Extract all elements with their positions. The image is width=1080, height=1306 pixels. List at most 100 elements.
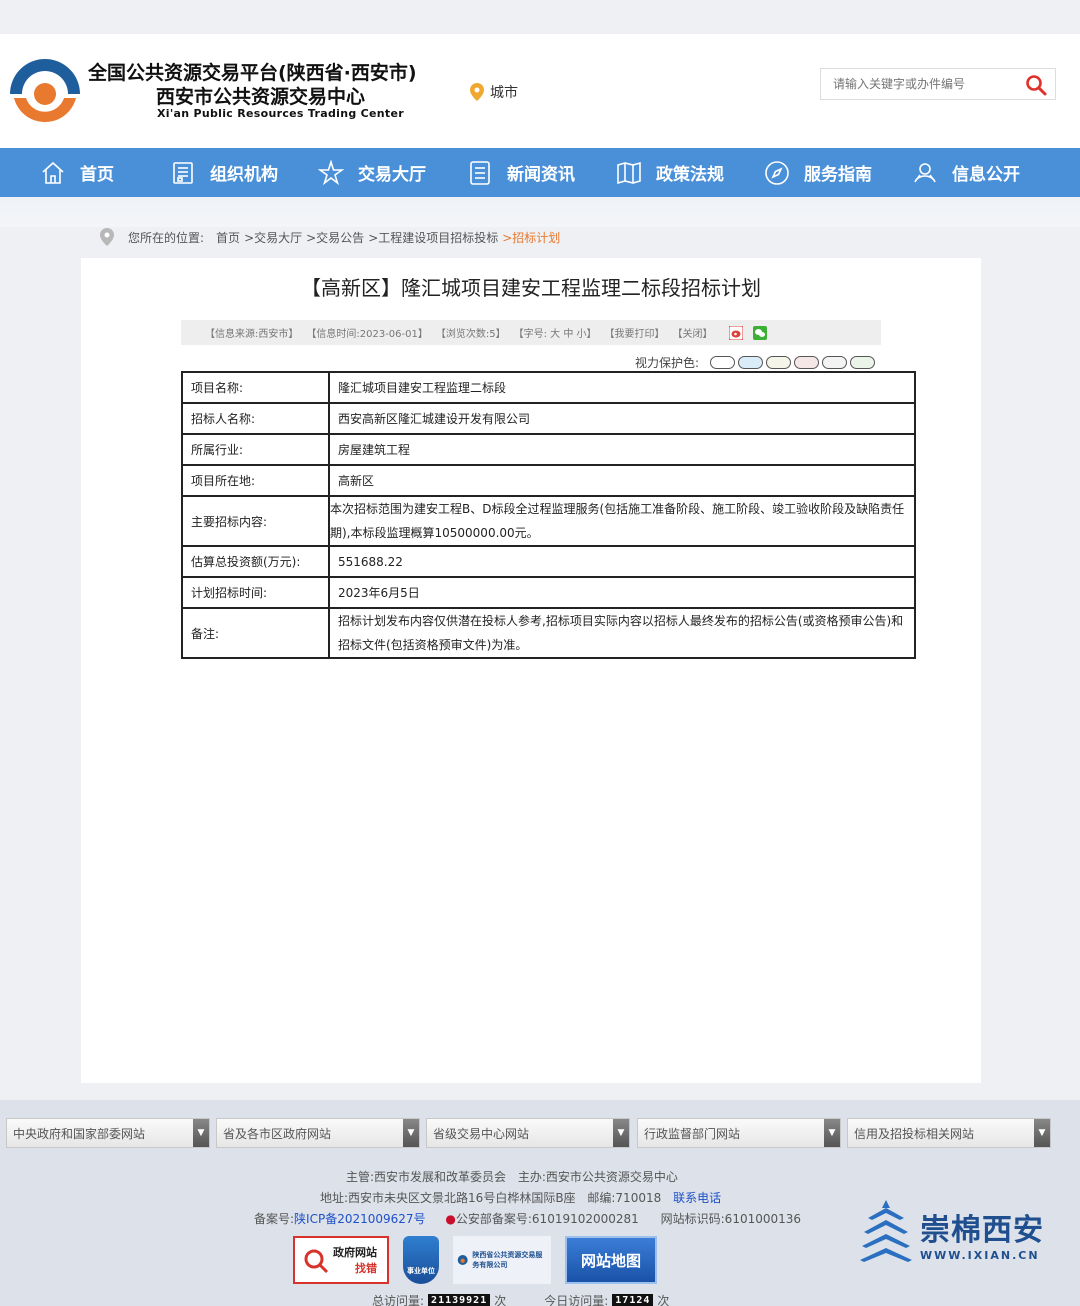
link-select-trading-centers[interactable]: 省级交易中心网站 ▼ <box>426 1118 630 1148</box>
weibo-share-icon[interactable] <box>728 325 743 340</box>
company-logo-icon <box>457 1255 468 1265</box>
color-swatch-4[interactable] <box>794 356 820 369</box>
gov-site-error-badge[interactable]: 政府网站 找错 <box>293 1236 389 1284</box>
total-visits-value: 21139921 <box>428 1294 491 1306</box>
field-label: 招标人名称: <box>181 402 330 435</box>
footer-host: 主办:西安市公共资源交易中心 <box>517 1170 678 1184</box>
today-visits-label: 今日访问量: <box>544 1294 609 1306</box>
select-label: 信用及招投标相关网站 <box>854 1126 975 1141</box>
site-title-sub: 西安市公共资源交易中心 <box>156 86 366 108</box>
info-icon <box>914 162 936 182</box>
nav-label: 政策法规 <box>656 165 724 185</box>
table-row: 所属行业: 房屋建筑工程 <box>181 433 916 466</box>
compass-icon <box>765 160 789 185</box>
chevron-down-icon: ▼ <box>613 1119 629 1147</box>
wechat-share-icon[interactable] <box>752 325 767 340</box>
field-value: 西安高新区隆汇城建设开发有限公司 <box>328 402 916 435</box>
home-icon <box>42 161 64 184</box>
nav-item-service-guide[interactable]: 服务指南 <box>764 148 872 197</box>
article-meta-bar: 【信息来源:西安市】 【信息时间:2023-06-01】 【浏览次数:5】 【字… <box>181 320 881 345</box>
link-select-credit[interactable]: 信用及招投标相关网站 ▼ <box>847 1118 1051 1148</box>
search-box <box>820 68 1056 100</box>
banner-strip <box>0 197 1080 227</box>
nav-item-policy[interactable]: 政策法规 <box>616 148 724 197</box>
field-label: 主要招标内容: <box>181 495 330 547</box>
table-row: 计划招标时间: 2023年6月5日 <box>181 576 916 609</box>
org-icon <box>173 161 193 184</box>
location-pin-icon <box>470 83 484 101</box>
meta-views: 【浏览次数:5】 <box>435 329 506 340</box>
field-label: 项目名称: <box>181 371 330 404</box>
star-icon <box>318 159 344 185</box>
breadcrumb-construction[interactable]: >工程建设项目招标投标 <box>368 229 498 246</box>
footer-postcode: 邮编:710018 <box>587 1191 662 1205</box>
field-value: 高新区 <box>328 464 916 497</box>
brand-cn: 崇棉西安 <box>920 1212 1044 1248</box>
nav-label: 信息公开 <box>952 165 1020 185</box>
nav-label: 新闻资讯 <box>507 165 575 185</box>
field-value: 招标计划发布内容仅供潜在投标人参考,招标项目实际内容以招标人最终发布的招标公告(… <box>328 607 916 659</box>
link-select-central-gov[interactable]: 中央政府和国家部委网站 ▼ <box>6 1118 210 1148</box>
ixian-brand[interactable]: 崇棉西安 WWW.IXIAN.CN <box>860 1198 1044 1268</box>
select-label: 省及各市区政府网站 <box>223 1126 332 1141</box>
nav-item-trading-hall[interactable]: 交易大厅 <box>318 148 426 197</box>
contact-phone-link[interactable]: 联系电话 <box>673 1191 721 1205</box>
close-link[interactable]: 【关闭】 <box>673 325 713 340</box>
color-swatch-6[interactable] <box>850 356 876 369</box>
field-value: 隆汇城项目建安工程监理二标段 <box>328 371 916 404</box>
meta-font-size[interactable]: 【字号: 大 中 小】 <box>514 325 597 340</box>
brand-text: 崇棉西安 WWW.IXIAN.CN <box>920 1205 1044 1262</box>
breadcrumb-home[interactable]: 首页 <box>216 229 240 246</box>
link-select-province-gov[interactable]: 省及各市区政府网站 ▼ <box>216 1118 420 1148</box>
badge-company-label: 陕西省公共资源交易服务有限公司 <box>472 1251 543 1269</box>
breadcrumb-current[interactable]: >招标计划 <box>502 229 560 246</box>
location-pin-icon <box>100 228 114 246</box>
badge-unit-label: 事业单位 <box>407 1267 435 1275</box>
visit-counter: 总访问量: 21139921 次 今日访问量: 17124 次 <box>372 1292 669 1306</box>
nav-item-home[interactable]: 首页 <box>40 148 114 197</box>
color-swatch-5[interactable] <box>822 356 848 369</box>
breadcrumb-notices[interactable]: >交易公告 <box>306 229 364 246</box>
field-label: 计划招标时间: <box>181 576 330 609</box>
public-institution-badge[interactable]: 事业单位 <box>403 1236 439 1284</box>
site-footer: 中央政府和国家部委网站 ▼ 省及各市区政府网站 ▼ 省级交易中心网站 ▼ 行政监督部门… <box>0 1100 1080 1306</box>
icp-link[interactable]: 陕ICP备2021009627号 <box>294 1212 426 1226</box>
field-value: 2023年6月5日 <box>328 576 916 609</box>
police-record: 公安部备案号:61019102000281 <box>455 1212 639 1226</box>
chevron-down-icon: ▼ <box>403 1119 419 1147</box>
pagoda-icon <box>860 1200 912 1262</box>
city-selector[interactable]: 城市 <box>470 82 518 102</box>
color-swatch-1[interactable] <box>710 356 736 369</box>
site-header: 全国公共资源交易平台(陕西省·西安市) 西安市公共资源交易中心 Xi'an Pu… <box>0 34 1080 148</box>
chevron-down-icon: ▼ <box>824 1119 840 1147</box>
print-link[interactable]: 【我要打印】 <box>605 325 665 340</box>
table-row: 项目所在地: 高新区 <box>181 464 916 497</box>
eye-protection-colors: 视力保护色: <box>635 354 876 371</box>
nav-label: 服务指南 <box>804 165 872 185</box>
field-value: 551688.22 <box>328 545 916 578</box>
site-map-badge[interactable]: 网站地图 <box>565 1236 657 1284</box>
link-select-supervision[interactable]: 行政监督部门网站 ▼ <box>637 1118 841 1148</box>
search-icon[interactable] <box>1025 74 1047 96</box>
site-logo[interactable] <box>6 54 84 130</box>
field-label: 估算总投资额(万元): <box>181 545 330 578</box>
nav-item-info-public[interactable]: 信息公开 <box>912 148 1020 197</box>
badge-map-label: 网站地图 <box>580 1251 641 1270</box>
badge-gov-error: 找错 <box>355 1262 377 1275</box>
site-title-main: 全国公共资源交易平台(陕西省·西安市) <box>88 62 417 84</box>
field-label: 备注: <box>181 607 330 659</box>
nav-item-org[interactable]: 组织机构 <box>170 148 278 197</box>
search-input[interactable] <box>821 69 1021 99</box>
nav-item-news[interactable]: 新闻资讯 <box>467 148 575 197</box>
news-icon <box>470 160 490 185</box>
eye-protection-label: 视力保护色: <box>635 356 700 370</box>
total-visits-label: 总访问量: <box>372 1294 425 1306</box>
breadcrumb-trading-hall[interactable]: >交易大厅 <box>244 229 302 246</box>
color-swatch-3[interactable] <box>766 356 792 369</box>
table-row: 估算总投资额(万元): 551688.22 <box>181 545 916 578</box>
nav-label: 首页 <box>80 165 114 185</box>
color-swatch-2[interactable] <box>738 356 764 369</box>
company-badge[interactable]: 陕西省公共资源交易服务有限公司 <box>453 1236 551 1284</box>
meta-time: 【信息时间:2023-06-01】 <box>306 329 428 340</box>
project-detail-table: 项目名称: 隆汇城项目建安工程监理二标段 招标人名称: 西安高新区隆汇城建设开发有限… <box>181 371 916 659</box>
